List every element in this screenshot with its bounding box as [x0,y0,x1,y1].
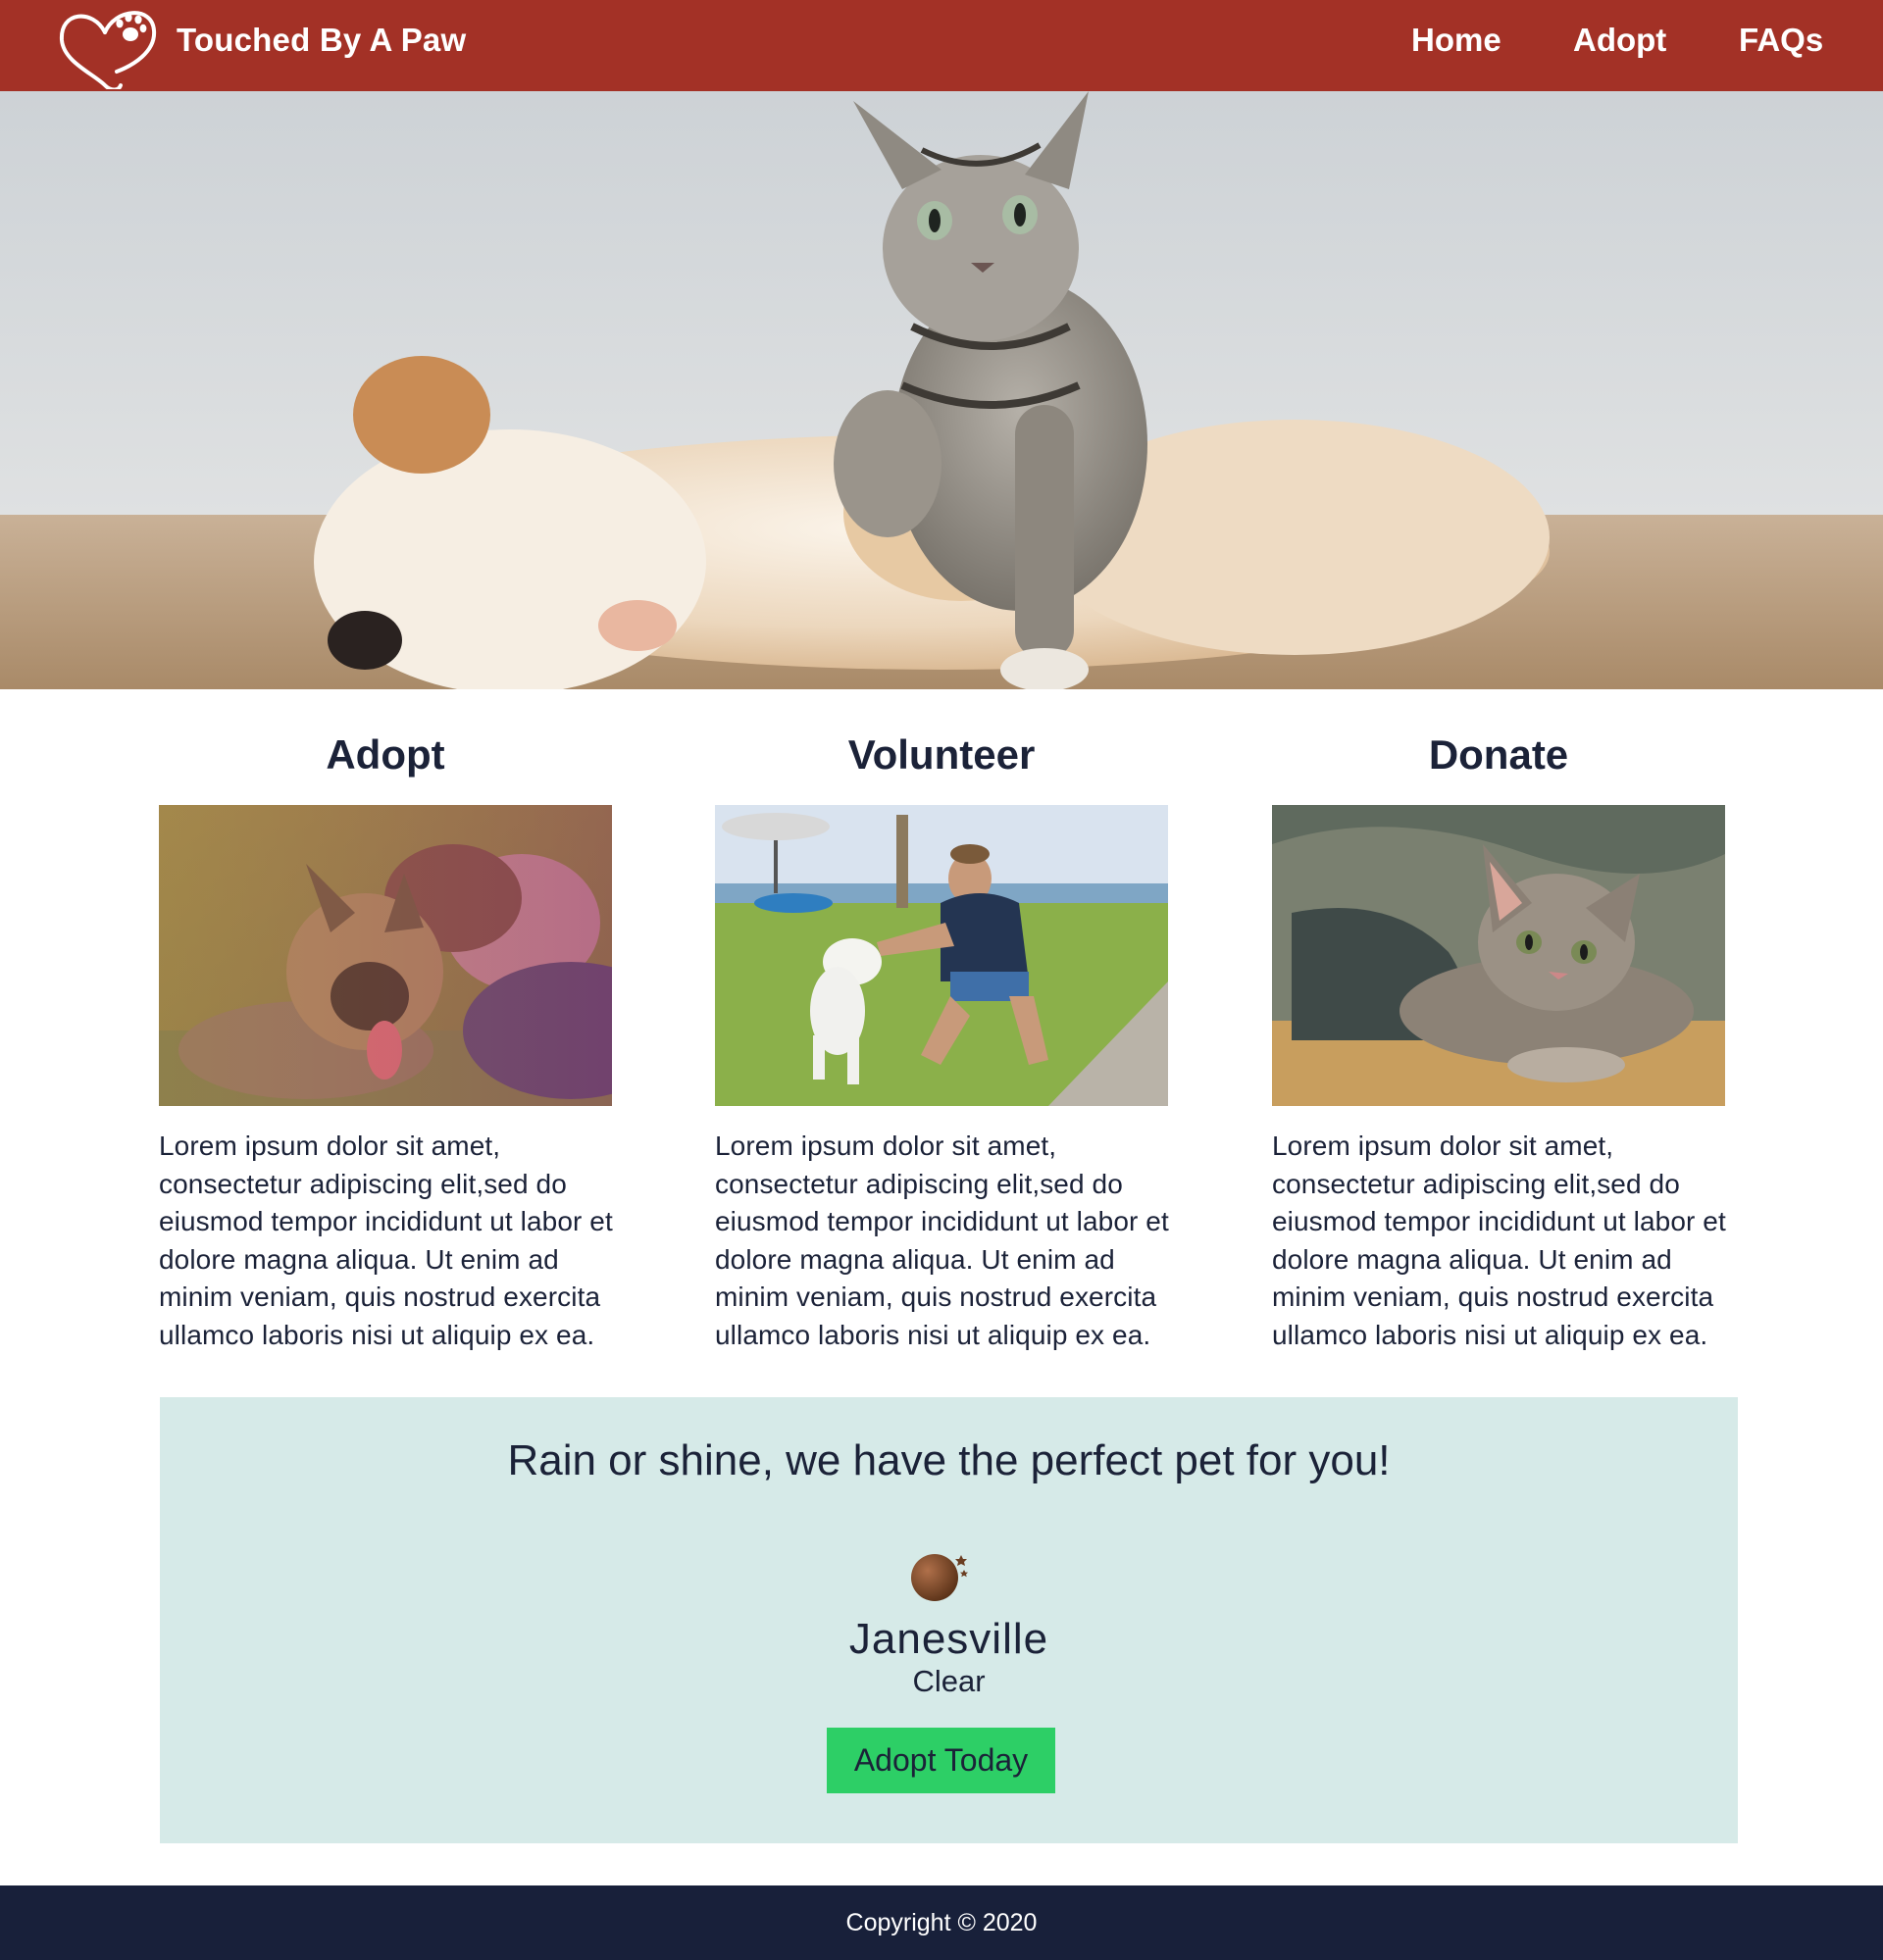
weather-city: Janesville [848,1615,1049,1663]
adopt-card: Adopt Lorem ipsum dolor sit amet, consec… [159,726,613,1354]
donate-card-text: Lorem ipsum dolor sit amet, consectetur … [1272,1131,1726,1350]
volunteer-card-title: Volunteer [847,731,1036,778]
adopt-today-button[interactable]: Adopt Today [827,1728,1055,1793]
copyright-text: Copyright © 2020 [845,1908,1038,1936]
heart-paw-logo-icon[interactable] [54,3,162,92]
adopt-card-title: Adopt [326,731,445,778]
clear-night-moon-icon [910,1546,969,1605]
brand-name[interactable]: Touched By A Paw [177,22,466,59]
adopt-photo [159,805,612,1106]
nav-home[interactable]: Home [1411,22,1501,59]
nav-adopt[interactable]: Adopt [1573,22,1666,59]
site-header: Touched By A Paw Home Adopt FAQs [0,0,1883,92]
weather-heading: Rain or shine, we have the perfect pet f… [507,1436,1391,1484]
nav-faqs[interactable]: FAQs [1739,22,1823,59]
weather-condition: Clear [912,1664,986,1698]
site-footer: Copyright © 2020 [0,1885,1883,1960]
donate-photo [1272,805,1725,1106]
hero-image [0,91,1883,689]
volunteer-card: Volunteer Lorem ipsum dolor sit amet, co… [715,726,1169,1354]
volunteer-photo [715,805,1168,1106]
weather-panel: Rain or shine, we have the perfect pet f… [160,1397,1738,1843]
donate-card: Donate Lorem ipsum dolor sit amet, conse… [1272,726,1726,1354]
volunteer-card-text: Lorem ipsum dolor sit amet, consectetur … [715,1131,1169,1350]
donate-card-title: Donate [1428,731,1569,778]
adopt-card-text: Lorem ipsum dolor sit amet, consectetur … [159,1131,613,1350]
